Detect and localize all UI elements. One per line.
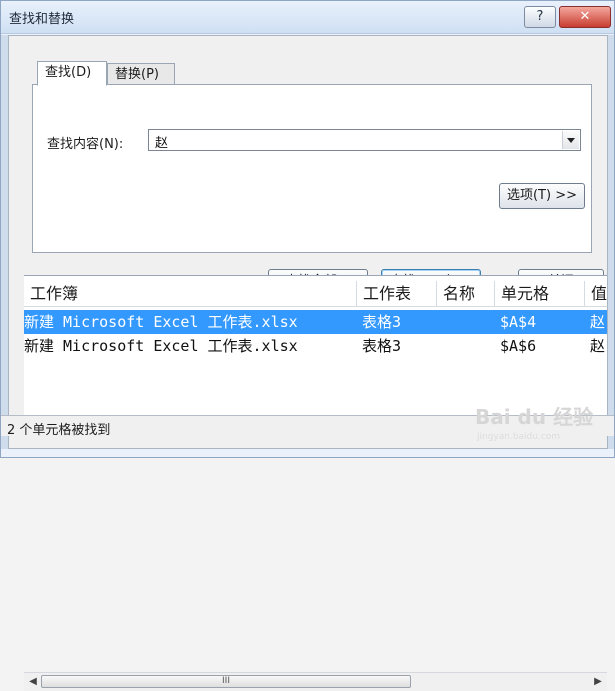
- find-what-label: 查找内容(N):: [47, 137, 124, 152]
- title-bar: 查找和替换 ? ✕: [1, 1, 614, 34]
- tab-replace[interactable]: 替换(P): [107, 63, 175, 85]
- right-border: [608, 35, 614, 449]
- result-cell: $A$6: [500, 337, 537, 355]
- result-value: 赵: [590, 313, 606, 331]
- scroll-left-icon[interactable]: ◀: [26, 675, 40, 689]
- horizontal-scrollbar[interactable]: ◀ III ▶: [24, 672, 607, 691]
- column-header-cell[interactable]: 单元格: [494, 281, 584, 307]
- result-sheet: 表格3: [362, 313, 402, 331]
- status-text: 2 个单元格被找到: [7, 423, 111, 438]
- tab-find[interactable]: 查找(D): [37, 61, 107, 86]
- find-replace-dialog: 查找和替换 ? ✕ 查找(D) 替换(P) 查找内容(N): 赵 选项(T) >…: [0, 0, 615, 691]
- result-name: [442, 310, 494, 334]
- column-header-sheet[interactable]: 工作表: [356, 281, 436, 307]
- result-name: [442, 334, 494, 358]
- find-what-combobox[interactable]: 赵: [148, 129, 581, 151]
- scroll-right-icon[interactable]: ▶: [591, 675, 605, 689]
- dropdown-arrow-icon[interactable]: [562, 131, 579, 149]
- result-sheet: 表格3: [362, 337, 402, 355]
- dialog-title: 查找和替换: [9, 12, 75, 27]
- close-window-button[interactable]: ✕: [559, 6, 611, 28]
- watermark-brand: Bai du 经验: [475, 405, 594, 429]
- watermark-url: jingyan.baidu.com: [477, 432, 561, 442]
- help-button[interactable]: ?: [524, 6, 556, 28]
- result-workbook: 新建 Microsoft Excel 工作表.xlsx: [24, 337, 298, 355]
- column-header-workbook[interactable]: 工作簿: [24, 281, 354, 307]
- find-panel: 查找内容(N): 赵: [32, 84, 592, 253]
- baidu-watermark: Bai du 经验 jingyan.baidu.com: [475, 401, 615, 451]
- left-border: [1, 35, 8, 449]
- result-workbook: 新建 Microsoft Excel 工作表.xlsx: [24, 313, 298, 331]
- result-row[interactable]: 新建 Microsoft Excel 工作表.xlsx 表格3 $A$4 赵: [24, 310, 607, 334]
- options-button[interactable]: 选项(T) >>: [499, 183, 585, 209]
- results-header: 工作簿 工作表 名称 单元格 值: [24, 278, 607, 307]
- column-header-value[interactable]: 值: [584, 281, 607, 307]
- result-cell: $A$4: [500, 313, 537, 331]
- result-value: 赵: [590, 337, 606, 355]
- scroll-thumb[interactable]: III: [41, 675, 411, 688]
- find-what-value[interactable]: 赵: [155, 132, 168, 151]
- column-header-name[interactable]: 名称: [436, 281, 494, 307]
- result-row[interactable]: 新建 Microsoft Excel 工作表.xlsx 表格3 $A$6 赵: [24, 334, 607, 358]
